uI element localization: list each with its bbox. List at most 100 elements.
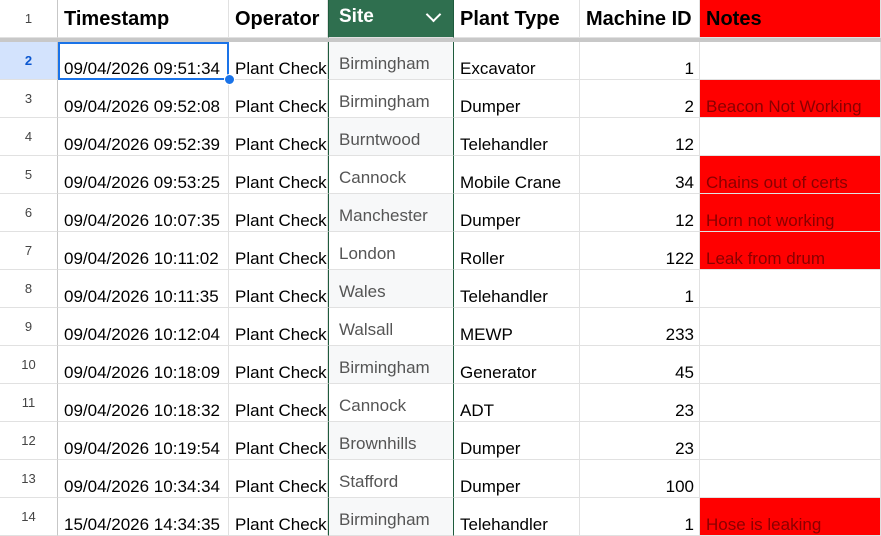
row-number[interactable]: 5	[0, 156, 58, 194]
cell-timestamp[interactable]: 09/04/2026 10:07:35	[58, 194, 229, 232]
cell-operator[interactable]: Plant Check	[229, 422, 328, 460]
cell-timestamp[interactable]: 09/04/2026 10:11:35	[58, 270, 229, 308]
selection-fill-handle[interactable]	[224, 74, 235, 85]
cell-machine-id[interactable]: 1	[580, 270, 700, 308]
cell-plant-type[interactable]: Dumper	[454, 194, 580, 232]
cell-site[interactable]: Manchester	[328, 194, 454, 232]
cell-timestamp[interactable]: 09/04/2026 10:18:32	[58, 384, 229, 422]
cell-plant-type[interactable]: Telehandler	[454, 498, 580, 536]
cell-notes[interactable]	[700, 384, 881, 422]
cell-notes[interactable]	[700, 308, 881, 346]
cell-site[interactable]: Cannock	[328, 156, 454, 194]
cell-operator[interactable]: Plant Check	[229, 42, 328, 80]
row-number[interactable]: 4	[0, 118, 58, 156]
row-number[interactable]: 3	[0, 80, 58, 118]
cell-plant-type[interactable]: Dumper	[454, 80, 580, 118]
cell-plant-type[interactable]: Excavator	[454, 42, 580, 80]
cell-operator[interactable]: Plant Check	[229, 156, 328, 194]
cell-site[interactable]: Birmingham	[328, 80, 454, 118]
cell-site[interactable]: Brownhills	[328, 422, 454, 460]
row-number[interactable]: 6	[0, 194, 58, 232]
cell-machine-id[interactable]: 122	[580, 232, 700, 270]
cell-machine-id[interactable]: 12	[580, 118, 700, 156]
filter-chevron-down-icon[interactable]	[425, 6, 442, 23]
cell-machine-id[interactable]: 2	[580, 80, 700, 118]
cell-site[interactable]: Wales	[328, 270, 454, 308]
cell-machine-id[interactable]: 23	[580, 422, 700, 460]
cell-notes[interactable]	[700, 346, 881, 384]
row-number[interactable]: 11	[0, 384, 58, 422]
cell-site[interactable]: Birmingham	[328, 42, 454, 80]
cell-machine-id[interactable]: 45	[580, 346, 700, 384]
cell-timestamp[interactable]: 09/04/2026 10:19:54	[58, 422, 229, 460]
cell-notes[interactable]	[700, 460, 881, 498]
cell-machine-id[interactable]: 1	[580, 498, 700, 536]
cell-notes[interactable]: Hose is leaking	[700, 498, 881, 536]
cell-plant-type[interactable]: MEWP	[454, 308, 580, 346]
cell-site[interactable]: Walsall	[328, 308, 454, 346]
cell-notes[interactable]	[700, 270, 881, 308]
row-number[interactable]: 9	[0, 308, 58, 346]
row-number[interactable]: 13	[0, 460, 58, 498]
cell-operator[interactable]: Plant Check	[229, 384, 328, 422]
cell-notes[interactable]: Leak from drum	[700, 232, 881, 270]
cell-operator[interactable]: Plant Check	[229, 80, 328, 118]
cell-plant-type[interactable]: ADT	[454, 384, 580, 422]
cell-operator[interactable]: Plant Check	[229, 308, 328, 346]
cell-site[interactable]: London	[328, 232, 454, 270]
cell-operator[interactable]: Plant Check	[229, 346, 328, 384]
cell-timestamp[interactable]: 09/04/2026 10:12:04	[58, 308, 229, 346]
header-site[interactable]: Site	[328, 0, 454, 38]
cell-plant-type[interactable]: Telehandler	[454, 270, 580, 308]
cell-operator[interactable]: Plant Check	[229, 232, 328, 270]
cell-plant-type[interactable]: Dumper	[454, 460, 580, 498]
row-number[interactable]: 8	[0, 270, 58, 308]
row-number[interactable]: 7	[0, 232, 58, 270]
cell-site[interactable]: Cannock	[328, 384, 454, 422]
row-number[interactable]: 1	[0, 0, 58, 38]
cell-plant-type[interactable]: Roller	[454, 232, 580, 270]
row-number[interactable]: 14	[0, 498, 58, 536]
cell-machine-id[interactable]: 12	[580, 194, 700, 232]
cell-operator[interactable]: Plant Check	[229, 498, 328, 536]
header-timestamp[interactable]: Timestamp	[58, 0, 229, 38]
row-number[interactable]: 2	[0, 42, 58, 80]
cell-timestamp[interactable]: 09/04/2026 10:34:34	[58, 460, 229, 498]
cell-timestamp[interactable]: 09/04/2026 09:52:08	[58, 80, 229, 118]
cell-operator[interactable]: Plant Check	[229, 270, 328, 308]
cell-plant-type[interactable]: Dumper	[454, 422, 580, 460]
cell-plant-type[interactable]: Telehandler	[454, 118, 580, 156]
cell-machine-id[interactable]: 23	[580, 384, 700, 422]
cell-site[interactable]: Birmingham	[328, 498, 454, 536]
header-machine-id[interactable]: Machine ID	[580, 0, 700, 38]
cell-notes[interactable]: Chains out of certs	[700, 156, 881, 194]
cell-notes[interactable]	[700, 118, 881, 156]
cell-notes[interactable]	[700, 42, 881, 80]
cell-plant-type[interactable]: Generator	[454, 346, 580, 384]
header-plant-type[interactable]: Plant Type	[454, 0, 580, 38]
row-number[interactable]: 10	[0, 346, 58, 384]
cell-plant-type[interactable]: Mobile Crane	[454, 156, 580, 194]
cell-site[interactable]: Stafford	[328, 460, 454, 498]
cell-operator[interactable]: Plant Check	[229, 118, 328, 156]
header-notes[interactable]: Notes	[700, 0, 881, 38]
cell-timestamp[interactable]: 09/04/2026 09:52:39	[58, 118, 229, 156]
cell-notes[interactable]	[700, 422, 881, 460]
cell-site[interactable]: Burntwood	[328, 118, 454, 156]
cell-machine-id[interactable]: 100	[580, 460, 700, 498]
header-operator[interactable]: Operator	[229, 0, 328, 38]
cell-timestamp[interactable]: 09/04/2026 09:51:34	[58, 42, 229, 80]
cell-timestamp[interactable]: 09/04/2026 09:53:25	[58, 156, 229, 194]
cell-notes[interactable]: Horn not working	[700, 194, 881, 232]
cell-site[interactable]: Birmingham	[328, 346, 454, 384]
cell-operator[interactable]: Plant Check	[229, 460, 328, 498]
cell-timestamp[interactable]: 09/04/2026 10:18:09	[58, 346, 229, 384]
row-number[interactable]: 12	[0, 422, 58, 460]
cell-operator[interactable]: Plant Check	[229, 194, 328, 232]
cell-timestamp[interactable]: 15/04/2026 14:34:35	[58, 498, 229, 536]
cell-machine-id[interactable]: 1	[580, 42, 700, 80]
cell-notes[interactable]: Beacon Not Working	[700, 80, 881, 118]
cell-machine-id[interactable]: 233	[580, 308, 700, 346]
cell-machine-id[interactable]: 34	[580, 156, 700, 194]
cell-timestamp[interactable]: 09/04/2026 10:11:02	[58, 232, 229, 270]
